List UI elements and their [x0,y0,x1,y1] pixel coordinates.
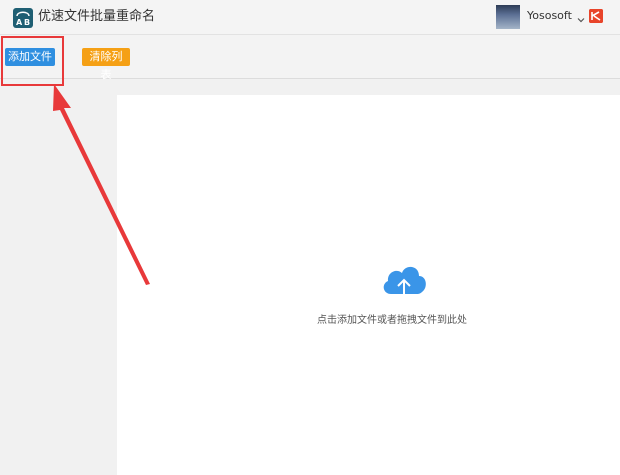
app-title: 优速文件批量重命名 [38,9,156,24]
cloud-upload-icon[interactable] [379,260,429,304]
chevron-down-icon[interactable] [576,10,586,23]
drop-hint-text: 点击添加文件或者拖拽文件到此处 [317,315,467,326]
svg-text:A: A [16,18,23,27]
svg-text:B: B [24,18,30,27]
username[interactable]: Yososoft [527,9,572,23]
annotation-highlight-box [1,36,64,86]
clear-list-button[interactable]: 清除列表 [82,48,130,81]
avatar[interactable] [496,5,520,29]
ab-rename-app-icon: A B [13,8,33,28]
title-bar: A B 优速文件批量重命名 Yososoft [0,0,620,35]
yososoft-logo-icon[interactable] [589,9,603,23]
toolbar: 添加文件 清除列表 [0,35,620,81]
file-drop-area[interactable]: 点击添加文件或者拖拽文件到此处 [117,95,620,475]
app-window: A B 优速文件批量重命名 Yososoft 添加文件 清除列表 点击添加文件或… [0,0,620,475]
